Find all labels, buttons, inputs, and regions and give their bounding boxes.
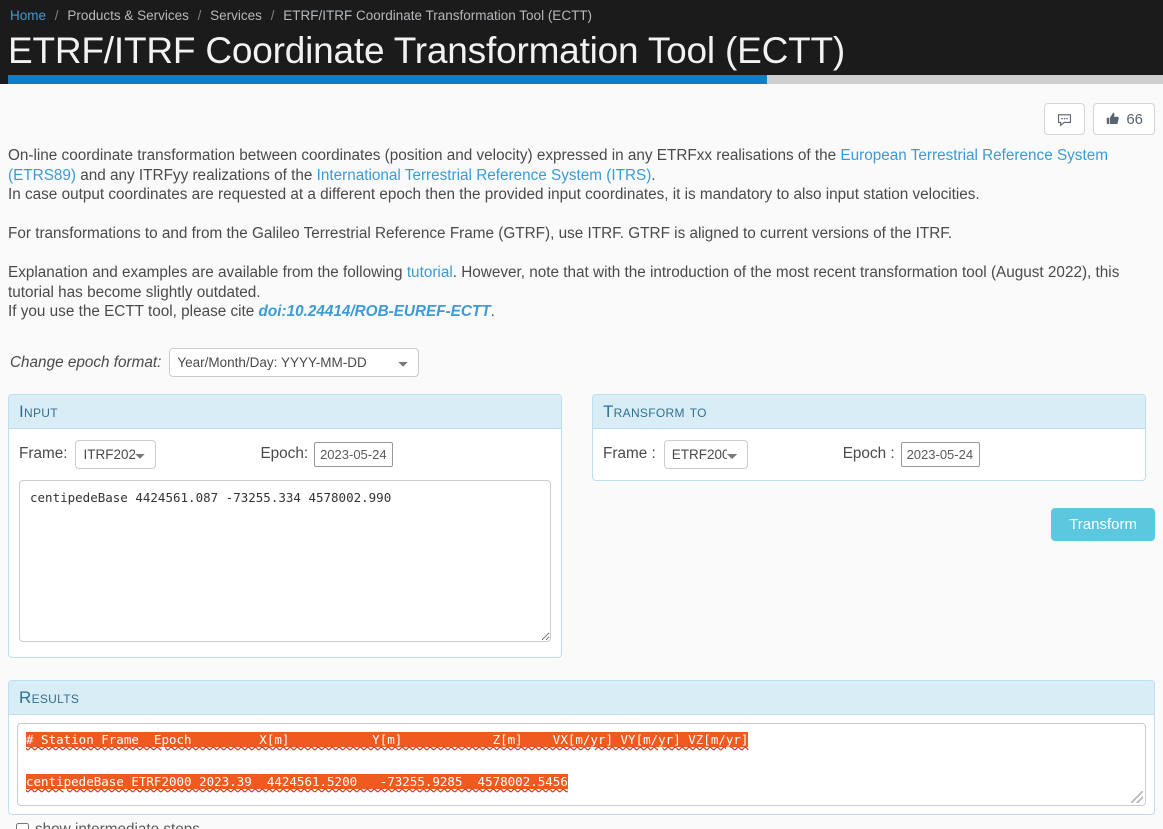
transform-panel: Transform to Frame : ETRF2000ETRF2014ETR…: [592, 394, 1146, 481]
results-blank-line: [26, 753, 34, 768]
page-title: ETRF/ITRF Coordinate Transformation Tool…: [0, 25, 1163, 74]
breadcrumb-separator: /: [55, 8, 59, 23]
results-resize-handle[interactable]: [1131, 791, 1143, 803]
input-panel: Input Frame: ITRF2020ITRF2014ITRF2008ITR…: [8, 394, 562, 658]
results-output[interactable]: # Station Frame Epoch X[m] Y[m] Z[m] VX[…: [17, 723, 1146, 806]
like-count: 66: [1126, 111, 1143, 128]
results-panel: Results # Station Frame Epoch X[m] Y[m] …: [8, 680, 1155, 815]
like-button[interactable]: 66: [1093, 103, 1155, 135]
input-epoch-label: Epoch:: [260, 445, 308, 463]
comment-button[interactable]: [1044, 103, 1085, 135]
results-panel-body: # Station Frame Epoch X[m] Y[m] Z[m] VX[…: [9, 715, 1154, 814]
intro-paragraph-4: Explanation and examples are available f…: [8, 263, 1155, 302]
input-panel-body: Frame: ITRF2020ITRF2014ITRF2008ITRF2005I…: [9, 429, 561, 657]
intro-spacer: [8, 244, 1155, 264]
progress-track: [8, 75, 1163, 84]
transform-column: Transform to Frame : ETRF2000ETRF2014ETR…: [592, 394, 1155, 541]
intro-spacer: [8, 205, 1155, 225]
action-buttons: 66: [1044, 103, 1155, 135]
transform-epoch-label: Epoch :: [843, 445, 895, 463]
transform-frame-label: Frame :: [603, 445, 656, 463]
page-header: Home / Products & Services / Services / …: [0, 0, 1163, 84]
breadcrumb-item-products-services[interactable]: Products & Services: [67, 8, 189, 23]
transform-panel-body: Frame : ETRF2000ETRF2014ETRF2020ITRF2020…: [593, 429, 1145, 480]
input-frame-row: Frame: ITRF2020ITRF2014ITRF2008ITRF2005I…: [19, 439, 551, 470]
epoch-format-select[interactable]: Year/Month/Day: YYYY-MM-DDDecimal year: …: [169, 348, 419, 377]
transform-epoch-field[interactable]: [901, 442, 980, 467]
intro-text: On-line coordinate transformation betwee…: [8, 84, 1155, 322]
intro-paragraph-2: In case output coordinates are requested…: [8, 185, 1155, 205]
intro-p4-text-a: Explanation and examples are available f…: [8, 264, 407, 281]
transform-frame-select[interactable]: ETRF2000ETRF2014ETRF2020ITRF2020ITRF2014…: [664, 440, 748, 469]
intro-p5-text-a: If you use the ECTT tool, please cite: [8, 303, 259, 320]
intro-paragraph-3: For transformations to and from the Gali…: [8, 224, 1155, 244]
transform-button-row: Transform: [592, 508, 1155, 541]
link-doi[interactable]: doi:10.24414/ROB-EUREF-ECTT: [259, 303, 491, 320]
breadcrumb-item-current: ETRF/ITRF Coordinate Transformation Tool…: [283, 8, 592, 23]
intro-paragraph-5: If you use the ECTT tool, please cite do…: [8, 302, 1155, 322]
input-epoch-field[interactable]: [314, 442, 393, 467]
thumbs-up-icon: [1105, 111, 1121, 127]
input-frame-label: Frame:: [19, 445, 67, 463]
transform-button[interactable]: Transform: [1051, 508, 1155, 541]
intro-p1-text-b: and any ITRFyy realizations of the: [76, 167, 317, 184]
epoch-format-label: Change epoch format:: [10, 354, 161, 372]
transform-panel-heading: Transform to: [593, 395, 1145, 429]
results-panel-heading: Results: [9, 681, 1154, 715]
breadcrumb-separator: /: [198, 8, 202, 23]
intro-p1-text-c: .: [651, 167, 655, 184]
intro-paragraph-1: On-line coordinate transformation betwee…: [8, 146, 1155, 185]
comment-bubble-icon: [1056, 111, 1073, 128]
results-data-line: centipedeBase ETRF2000 2023.39 4424561.5…: [26, 774, 568, 789]
breadcrumb-item-services[interactable]: Services: [210, 8, 262, 23]
results-header-line: # Station Frame Epoch X[m] Y[m] Z[m] VX[…: [26, 732, 748, 747]
breadcrumb-separator: /: [271, 8, 275, 23]
breadcrumb-item-home[interactable]: Home: [10, 8, 46, 23]
intro-p1-text-a: On-line coordinate transformation betwee…: [8, 147, 840, 164]
main-content: 66 On-line coordinate transformation bet…: [0, 84, 1163, 829]
epoch-format-row: Change epoch format: Year/Month/Day: YYY…: [8, 348, 1155, 378]
panels-row: Input Frame: ITRF2020ITRF2014ITRF2008ITR…: [8, 394, 1155, 658]
input-coordinates-textarea[interactable]: centipedeBase 4424561.087 -73255.334 457…: [19, 480, 551, 642]
progress-fill: [8, 75, 767, 84]
input-panel-heading: Input: [9, 395, 561, 429]
link-tutorial[interactable]: tutorial: [407, 264, 453, 281]
link-itrs[interactable]: International Terrestrial Reference Syst…: [317, 167, 652, 184]
show-intermediate-steps-checkbox[interactable]: [16, 823, 29, 829]
intermediate-steps-row: show intermediate steps: [8, 821, 1155, 829]
input-frame-select[interactable]: ITRF2020ITRF2014ITRF2008ITRF2005ITRF2000…: [75, 440, 156, 469]
breadcrumb: Home / Products & Services / Services / …: [0, 4, 1163, 25]
intro-p5-text-b: .: [491, 303, 495, 320]
show-intermediate-steps-label[interactable]: show intermediate steps: [35, 821, 200, 829]
transform-frame-row: Frame : ETRF2000ETRF2014ETRF2020ITRF2020…: [603, 439, 1135, 470]
